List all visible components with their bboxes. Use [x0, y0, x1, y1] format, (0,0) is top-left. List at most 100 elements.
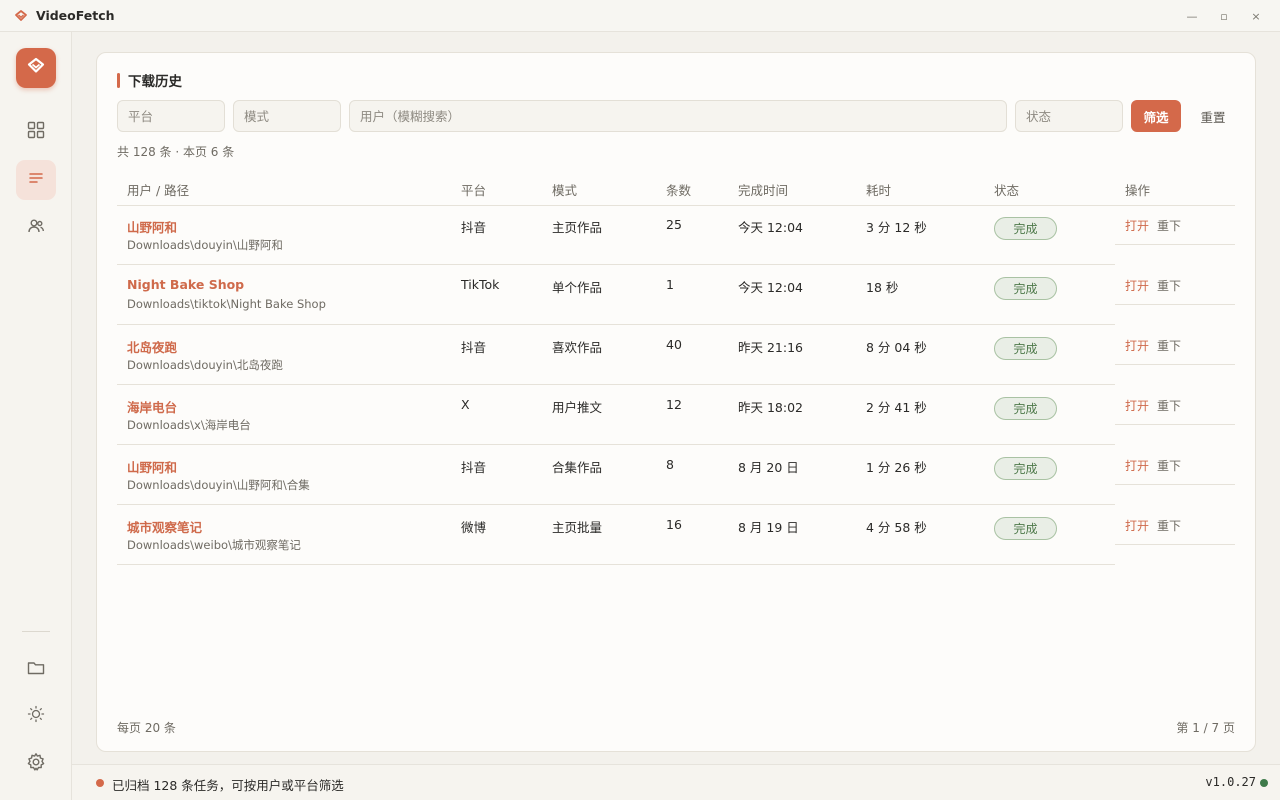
status-badge: 完成	[994, 337, 1057, 360]
redownload-link[interactable]: 重下	[1157, 457, 1181, 474]
nav-theme[interactable]	[16, 696, 56, 736]
mode-cell: 喜欢作品	[552, 340, 603, 355]
sidebar-divider	[22, 631, 50, 632]
nav-users[interactable]	[16, 208, 56, 248]
per-page-selector[interactable]: 每页 20 条	[117, 719, 176, 736]
history-card: 下载历史 筛选 重置 共 128 条 · 本页 6 条 用户 / 路径 平台 模…	[96, 52, 1256, 752]
redownload-link[interactable]: 重下	[1157, 217, 1181, 234]
row-actions: 打开 重下	[1115, 505, 1235, 545]
open-link[interactable]: 打开	[1125, 337, 1149, 354]
duration-cell: 1 分 26 秒	[866, 460, 927, 475]
redownload-link[interactable]: 重下	[1157, 277, 1181, 294]
row-actions: 打开 重下	[1115, 205, 1235, 245]
app-title: VideoFetch	[36, 8, 115, 23]
table-row: 城市观察笔记 Downloads\weibo\城市观察笔记 微博 主页批量 16 8 月 …	[117, 505, 1115, 565]
user-name-link[interactable]: 城市观察笔记	[127, 517, 202, 536]
user-name-link[interactable]: 山野阿和	[127, 457, 177, 476]
app-logo-icon	[14, 9, 28, 23]
finish-time-cell: 昨天 21:16	[738, 340, 803, 355]
version-label: v1.0.27	[1205, 775, 1256, 789]
finish-time-cell: 今天 12:04	[738, 280, 803, 295]
table-row: 北岛夜跑 Downloads\douyin\北岛夜跑 抖音 喜欢作品 40 昨天 21:1…	[117, 325, 1115, 385]
maximize-icon: ▫	[1220, 9, 1228, 23]
redownload-link[interactable]: 重下	[1157, 397, 1181, 414]
status-badge: 完成	[994, 397, 1057, 420]
reset-button[interactable]: 重置	[1189, 100, 1237, 132]
download-path: Downloads\douyin\山野阿和\合集	[127, 478, 310, 492]
status-indicator	[96, 779, 104, 787]
status-badge: 完成	[994, 217, 1057, 240]
sun-icon	[27, 705, 45, 727]
redownload-link[interactable]: 重下	[1157, 517, 1181, 534]
user-name-link[interactable]: 海岸电台	[127, 397, 177, 416]
open-link[interactable]: 打开	[1125, 277, 1149, 294]
platform-filter-input[interactable]	[117, 100, 225, 132]
users-icon	[27, 217, 45, 239]
folder-icon	[27, 659, 45, 681]
row-actions: 打开 重下	[1115, 445, 1235, 485]
mode-cell: 用户推文	[552, 400, 603, 415]
open-link[interactable]: 打开	[1125, 517, 1149, 534]
platform-cell: 微博	[461, 520, 487, 535]
table-row: 山野阿和 Downloads\douyin\山野阿和 抖音 主页作品 25 今天 12:0…	[117, 205, 1115, 265]
platform-cell: X	[461, 397, 470, 412]
table-row: 山野阿和 Downloads\douyin\山野阿和\合集 抖音 合集作品 8 8 月 2…	[117, 445, 1115, 505]
open-link[interactable]: 打开	[1125, 397, 1149, 414]
platform-cell: TikTok	[461, 277, 500, 292]
mode-cell: 主页批量	[552, 520, 603, 535]
close-button[interactable]: ×	[1240, 0, 1272, 32]
minimize-button[interactable]: —	[1176, 0, 1208, 32]
status-filter-input[interactable]	[1015, 100, 1123, 132]
row-actions: 打开 重下	[1115, 265, 1235, 305]
count-cell: 40	[666, 337, 682, 352]
filter-button[interactable]: 筛选	[1131, 100, 1181, 132]
nav-dashboard[interactable]	[16, 112, 56, 152]
open-link[interactable]: 打开	[1125, 457, 1149, 474]
download-path: Downloads\douyin\山野阿和	[127, 238, 283, 252]
column-header: 耗时	[866, 183, 892, 198]
table-row: Night Bake Shop Downloads\tiktok\Night Ba…	[117, 265, 1115, 325]
user-name-link[interactable]: 山野阿和	[127, 217, 177, 236]
maximize-button[interactable]: ▫	[1208, 0, 1240, 32]
row-actions: 打开 重下	[1115, 325, 1235, 365]
download-path: Downloads\x\海岸电台	[127, 418, 251, 432]
user-name-link[interactable]: 北岛夜跑	[127, 337, 177, 356]
table-row: 海岸电台 Downloads\x\海岸电台 X 用户推文 12 昨天 18:02 2 分 4…	[117, 385, 1115, 445]
nav-history[interactable]	[16, 160, 56, 200]
nav-settings[interactable]	[16, 744, 56, 784]
count-cell: 1	[666, 277, 674, 292]
duration-cell: 2 分 41 秒	[866, 400, 927, 415]
duration-cell: 4 分 58 秒	[866, 520, 927, 535]
row-actions: 打开 重下	[1115, 385, 1235, 425]
count-cell: 25	[666, 217, 682, 232]
download-path: Downloads\weibo\城市观察笔记	[127, 538, 301, 552]
nav-folder[interactable]	[16, 650, 56, 690]
platform-cell: 抖音	[461, 220, 487, 235]
grid-icon	[27, 121, 45, 143]
page-title: 下载历史	[117, 71, 182, 90]
redownload-link[interactable]: 重下	[1157, 337, 1181, 354]
user-search-input[interactable]	[349, 100, 1007, 132]
gear-icon	[26, 752, 46, 776]
open-link[interactable]: 打开	[1125, 217, 1149, 234]
mode-cell: 合集作品	[552, 460, 603, 475]
heart-diamond-icon	[26, 56, 46, 80]
sidebar-logo-button[interactable]	[16, 48, 56, 88]
status-message: 已归档 128 条任务，可按用户或平台筛选	[112, 778, 344, 793]
column-header: 操作	[1125, 183, 1151, 198]
count-cell: 8	[666, 457, 674, 472]
mode-filter-input[interactable]	[233, 100, 341, 132]
status-badge: 完成	[994, 277, 1057, 300]
mode-cell: 单个作品	[552, 280, 603, 295]
download-path: Downloads\douyin\北岛夜跑	[127, 358, 283, 372]
close-icon: ×	[1251, 9, 1261, 23]
sidebar	[0, 32, 72, 800]
column-header: 模式	[552, 183, 578, 198]
page-indicator: 第 1 / 7 页	[1176, 721, 1235, 735]
user-name-link[interactable]: Night Bake Shop	[127, 277, 244, 292]
minimize-icon: —	[1186, 9, 1198, 23]
column-header: 条数	[666, 183, 692, 198]
finish-time-cell: 8 月 20 日	[738, 460, 799, 475]
title-bar: VideoFetch — ▫ ×	[0, 0, 1280, 32]
download-path: Downloads\tiktok\Night Bake Shop	[127, 297, 326, 311]
